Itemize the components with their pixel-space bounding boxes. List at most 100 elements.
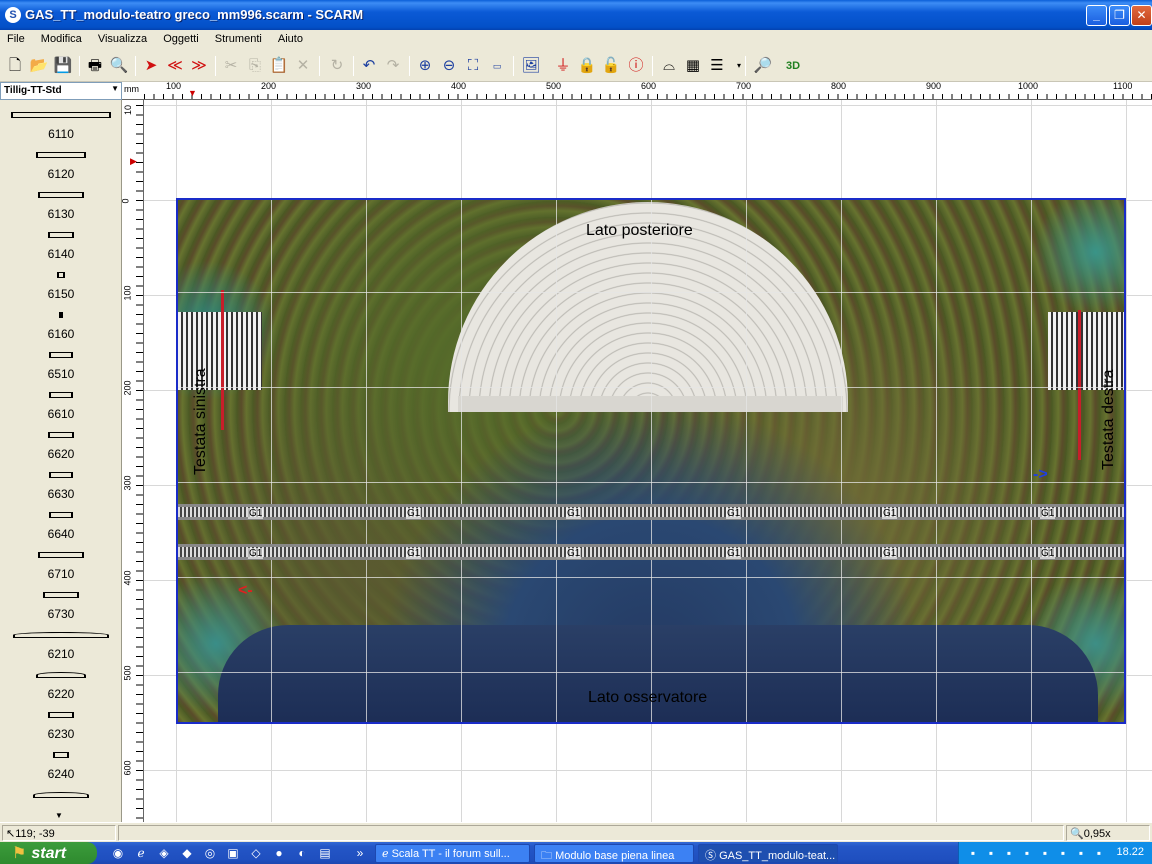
new-file-icon[interactable]: 🗋	[4, 55, 26, 77]
track-symbol[interactable]	[37, 192, 84, 198]
track-symbol[interactable]	[48, 472, 73, 478]
flip-right-icon[interactable]: ≫	[188, 55, 210, 77]
arrow-left-icon[interactable]: <-	[238, 582, 253, 600]
background-image-icon[interactable]: 🖼	[520, 55, 542, 77]
tray-icon[interactable]: ▪	[1037, 845, 1053, 861]
ie-icon[interactable]: ℯ	[133, 845, 149, 861]
library-item-6230[interactable]: 6230	[0, 727, 121, 741]
library-item-6160[interactable]: 6160	[0, 327, 121, 341]
library-item-6120[interactable]: 6120	[0, 167, 121, 181]
track-line-2[interactable]: G1 G1 G1 G1 G1 G1	[178, 544, 1124, 560]
library-item-6640[interactable]: 6640	[0, 527, 121, 541]
track-symbol[interactable]	[47, 432, 74, 438]
taskbar-item-folder[interactable]: 🗀 Modulo base piena linea	[534, 844, 694, 863]
flip-left-icon[interactable]: ≪	[164, 55, 186, 77]
menu-oggetti[interactable]: Oggetti	[156, 30, 204, 45]
paste-icon[interactable]: 📋	[268, 55, 290, 77]
tray-icon[interactable]: ▪	[1073, 845, 1089, 861]
delete-icon[interactable]: ✕	[292, 55, 314, 77]
print-icon[interactable]: 🖶	[84, 55, 106, 77]
scroll-down-icon[interactable]: ▼	[55, 811, 63, 820]
library-item-6130[interactable]: 6130	[0, 207, 121, 221]
tray-icon[interactable]: ▪	[983, 845, 999, 861]
library-item-6110[interactable]: 6110	[0, 127, 121, 141]
label-lato-osservatore[interactable]: Lato osservatore	[588, 689, 707, 707]
flex-track-icon[interactable]: ▦	[682, 55, 704, 77]
layout-canvas[interactable]: G1 G1 G1 G1 G1 G1 G1 G1 G1 G1 G1 G1 Lato…	[144, 100, 1152, 822]
quicklaunch-icon[interactable]: ◆	[179, 845, 195, 861]
track-symbol[interactable]	[35, 672, 86, 678]
library-item-6620[interactable]: 6620	[0, 447, 121, 461]
quicklaunch-icon[interactable]: ◈	[156, 845, 172, 861]
track-symbol[interactable]	[37, 552, 84, 558]
tray-icon[interactable]: ▪	[965, 845, 981, 861]
scarm-app-icon[interactable]: S	[5, 7, 21, 23]
lock-icon[interactable]: 🔒	[576, 55, 598, 77]
track-symbol[interactable]	[10, 112, 111, 118]
track-symbol[interactable]	[48, 352, 73, 358]
save-icon[interactable]: 💾	[52, 55, 74, 77]
redo-icon[interactable]: ↷	[382, 55, 404, 77]
select-arrow-icon[interactable]: ➤	[140, 55, 162, 77]
track-symbol[interactable]	[42, 592, 79, 598]
zoom-in-icon[interactable]: ⊕	[414, 55, 436, 77]
open-folder-icon[interactable]: 📂	[28, 55, 50, 77]
print-preview-icon[interactable]: 🔍	[108, 55, 130, 77]
3d-view-icon[interactable]: 3D	[782, 55, 804, 77]
library-item-6140[interactable]: 6140	[0, 247, 121, 261]
library-item-6610[interactable]: 6610	[0, 407, 121, 421]
rotate-icon[interactable]: ↻	[326, 55, 348, 77]
layers-icon[interactable]: ☰	[706, 55, 728, 77]
quicklaunch-more-icon[interactable]: »	[352, 845, 368, 861]
tray-icon[interactable]: ▪	[1019, 845, 1035, 861]
bridge-icon[interactable]: ⌓	[658, 55, 680, 77]
label-testata-destra[interactable]: Testata destra	[1100, 370, 1118, 471]
undo-icon[interactable]: ↶	[358, 55, 380, 77]
track-symbol[interactable]	[47, 712, 74, 718]
zoom-1to1-icon[interactable]: ▭	[486, 55, 508, 77]
library-item-6240[interactable]: 6240	[0, 767, 121, 781]
library-item-6730[interactable]: 6730	[0, 607, 121, 621]
menu-aiuto[interactable]: Aiuto	[271, 30, 309, 45]
library-item-6510[interactable]: 6510	[0, 367, 121, 381]
info-icon[interactable]: ⓘ	[625, 55, 647, 77]
label-lato-posteriore[interactable]: Lato posteriore	[586, 222, 693, 240]
track-symbol[interactable]	[35, 152, 86, 158]
zoom-fit-icon[interactable]: ⛶	[462, 55, 484, 77]
start-button[interactable]: ⚑ start	[0, 842, 97, 864]
quicklaunch-icon[interactable]: ▤	[317, 845, 333, 861]
track-symbol[interactable]	[32, 792, 89, 798]
quicklaunch-icon[interactable]: ◎	[202, 845, 218, 861]
quicklaunch-icon[interactable]: ◐	[294, 845, 310, 861]
pin-icon[interactable]: ⏚	[552, 55, 574, 77]
track-line-1[interactable]: G1 G1 G1 G1 G1 G1	[178, 504, 1124, 520]
track-symbol[interactable]	[48, 392, 73, 398]
module-baseboard[interactable]: G1 G1 G1 G1 G1 G1 G1 G1 G1 G1 G1 G1 Lato…	[176, 198, 1126, 724]
track-symbol[interactable]	[52, 752, 69, 758]
library-select[interactable]: Tillig-TT-Std ▼	[0, 82, 122, 100]
maximize-button[interactable]: ❐	[1109, 5, 1130, 26]
menu-file[interactable]: File	[0, 30, 31, 45]
dropdown-arrow-icon[interactable]: ▾	[728, 55, 750, 77]
quicklaunch-icon[interactable]: ▣	[225, 845, 241, 861]
track-symbol[interactable]	[47, 232, 74, 238]
quicklaunch-icon[interactable]: ●	[271, 845, 287, 861]
library-item-6210[interactable]: 6210	[0, 647, 121, 661]
zoom-out-icon[interactable]: ⊖	[438, 55, 460, 77]
tray-icon[interactable]: ▪	[1001, 845, 1017, 861]
menu-modifica[interactable]: Modifica	[34, 30, 88, 45]
chevron-down-icon[interactable]: ▼	[111, 84, 119, 93]
search-icon[interactable]: 🔎	[752, 55, 774, 77]
taskbar-item-scarm[interactable]: Ⓢ GAS_TT_modulo-teat...	[698, 844, 838, 863]
quicklaunch-icon[interactable]: ◉	[110, 845, 126, 861]
cut-icon[interactable]: ✂	[220, 55, 242, 77]
close-button[interactable]: ✕	[1131, 5, 1152, 26]
taskbar-item-forum[interactable]: ℯ Scala TT - il forum sull...	[375, 844, 530, 863]
menu-visualizza[interactable]: Visualizza	[91, 30, 153, 45]
track-symbol[interactable]	[48, 512, 73, 518]
library-item-6150[interactable]: 6150	[0, 287, 121, 301]
track-symbol[interactable]	[12, 632, 109, 638]
arrow-right-icon[interactable]: ->	[1033, 466, 1048, 484]
track-symbol[interactable]	[58, 312, 63, 318]
label-testata-sinistra[interactable]: Testata sinistra	[192, 368, 210, 475]
